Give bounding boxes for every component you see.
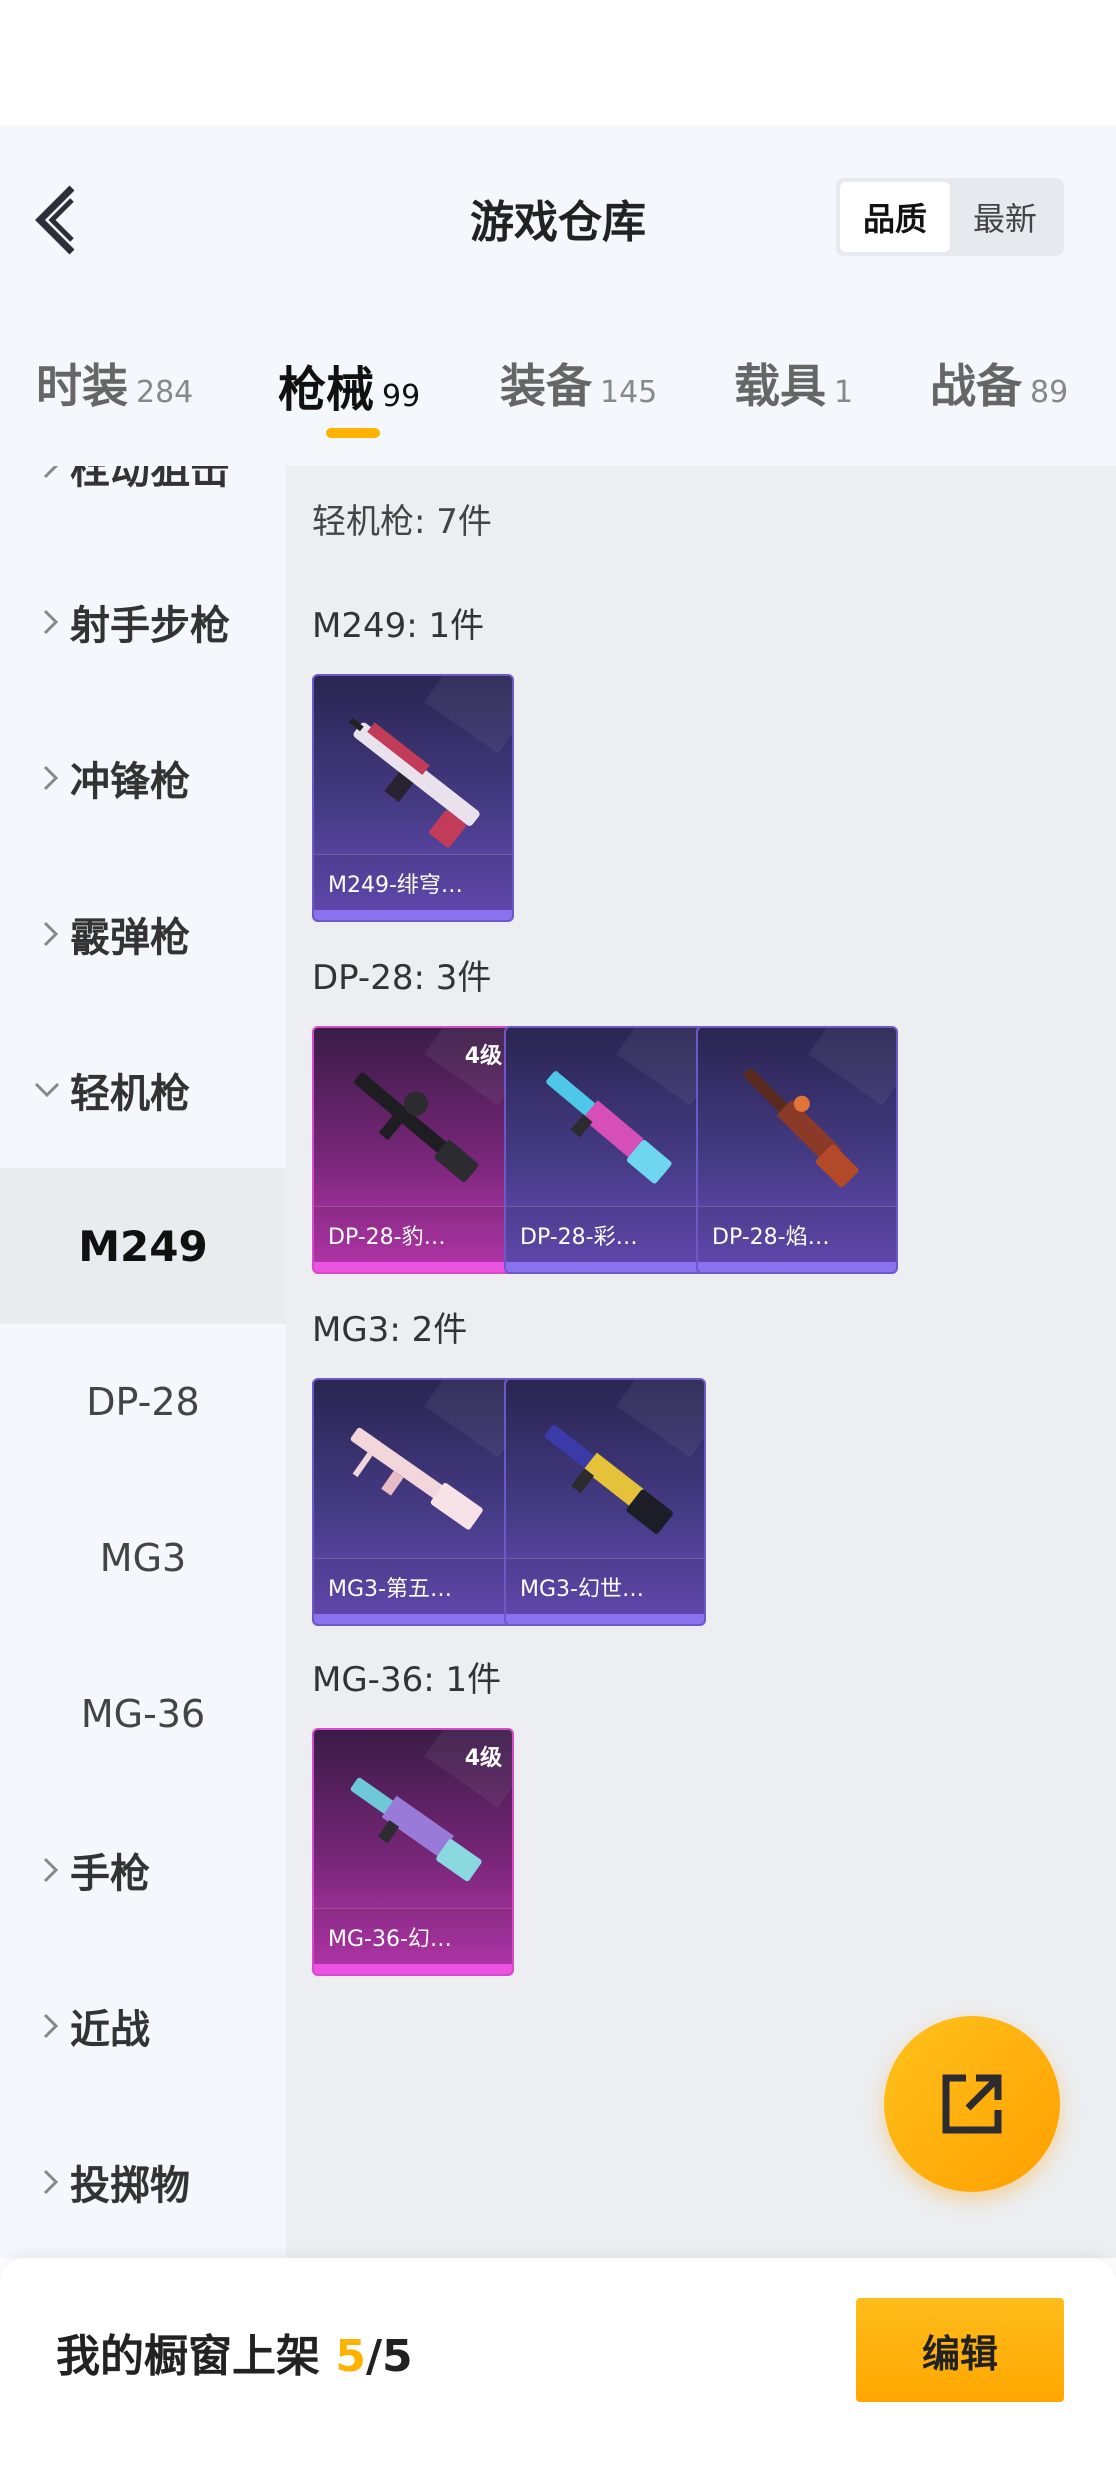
tab-count: 99 [382, 379, 421, 414]
weapon-image [544, 1424, 673, 1534]
sidebar-item-label: 投掷物 [70, 2163, 190, 2209]
item-card[interactable]: MG3-第五… [312, 1378, 514, 1626]
group-title-dp28: DP-28: 3件 [312, 958, 492, 998]
rarity-bar [506, 1262, 704, 1272]
showcase-label: 我的橱窗上架 [56, 2331, 320, 2382]
chevron-right-icon [0, 607, 68, 637]
item-name: DP-28-豹… [314, 1206, 512, 1262]
app-header: 游戏仓库 品质 最新 [0, 126, 1116, 306]
sidebar-item-label: 轻机枪 [70, 1071, 190, 1117]
tab-label: 载具 [734, 359, 826, 413]
sidebar-item-lmg[interactable]: 轻机枪 [0, 1012, 286, 1168]
chevron-right-icon [0, 2011, 68, 2041]
chevron-down-icon [0, 1079, 68, 1101]
rarity-bar [698, 1262, 896, 1272]
tab-fashion[interactable]: 时装 284 [36, 350, 193, 416]
item-name: MG3-第五… [314, 1558, 512, 1614]
sidebar-item-smg[interactable]: 冲锋枪 [0, 700, 286, 856]
weapon-image [348, 717, 480, 848]
share-button[interactable] [884, 2016, 1060, 2192]
item-card[interactable]: MG3-幻世… [504, 1378, 706, 1626]
item-card[interactable]: DP-28-焰… [696, 1026, 898, 1274]
weapon-image [354, 1072, 479, 1182]
rarity-bar [314, 910, 512, 920]
item-card[interactable]: M249-绯穹… [312, 674, 514, 922]
category-summary: 轻机枪: 7件 [312, 502, 492, 542]
sidebar-item-throwable[interactable]: 投掷物 [0, 2104, 286, 2258]
sidebar-subitem-mg36[interactable]: MG-36 [0, 1636, 286, 1792]
edit-button[interactable]: 编辑 [856, 2298, 1064, 2402]
group-title-m249: M249: 1件 [312, 606, 485, 646]
sidebar-item-label: 近战 [70, 2007, 150, 2053]
item-card[interactable]: 4级 DP-28-豹… [312, 1026, 514, 1274]
showcase-footer: 我的橱窗上架 5/5 编辑 [0, 2258, 1116, 2484]
sort-toggle: 品质 最新 [836, 178, 1064, 256]
sidebar-item-bolt-sniper[interactable]: 栓动狙击 [0, 466, 286, 544]
item-name: MG-36-幻… [314, 1908, 512, 1964]
category-tabs: 时装 284 枪械 99 装备 145 载具 1 战备 89 [0, 306, 1116, 466]
item-name: DP-28-彩… [506, 1206, 704, 1262]
rarity-bar [314, 1614, 512, 1624]
weapon-image [350, 1427, 483, 1530]
item-name: M249-绯穹… [314, 854, 512, 910]
sidebar-item-label: 冲锋枪 [70, 759, 190, 805]
chevron-right-icon [0, 466, 68, 481]
tab-count: 284 [136, 375, 194, 410]
weapon-category-sidebar[interactable]: 栓动狙击 射手步枪 冲锋枪 霰弹枪 轻机枪 M249 DP-28 MG3 MG-… [0, 466, 286, 2258]
item-name: DP-28-焰… [698, 1206, 896, 1262]
tab-firearms[interactable]: 枪械 99 [278, 350, 420, 420]
item-card[interactable]: DP-28-彩… [504, 1026, 706, 1274]
sidebar-subitem-m249[interactable]: M249 [0, 1168, 286, 1324]
sidebar-item-label: 霰弹枪 [70, 915, 190, 961]
weapon-image [743, 1068, 859, 1188]
tab-count: 145 [600, 375, 658, 410]
showcase-status: 我的橱窗上架 5/5 [56, 2320, 413, 2384]
weapon-image [546, 1071, 672, 1184]
group-title-mg36: MG-36: 1件 [312, 1660, 502, 1700]
item-card[interactable]: 4级 MG-36-幻… [312, 1728, 514, 1976]
sidebar-item-pistol[interactable]: 手枪 [0, 1792, 286, 1948]
tab-label: 战备 [930, 359, 1022, 413]
chevron-right-icon [0, 2167, 68, 2197]
sidebar-item-label: 栓动狙击 [70, 466, 230, 493]
tab-vehicles[interactable]: 载具 1 [734, 350, 853, 416]
tab-count: 1 [834, 375, 854, 410]
sidebar-item-shotgun[interactable]: 霰弹枪 [0, 856, 286, 1012]
status-bar [0, 0, 1116, 126]
sidebar-item-label: 射手步枪 [70, 603, 230, 649]
item-list[interactable]: 轻机枪: 7件 M249: 1件 M249-绯穹… DP-28: 3件 4级 D… [286, 466, 1116, 2258]
share-external-icon [942, 2074, 1002, 2134]
rarity-bar [506, 1614, 704, 1624]
chevron-right-icon [0, 1855, 68, 1885]
group-title-mg3: MG3: 2件 [312, 1310, 468, 1350]
showcase-current: 5 [335, 2331, 366, 2382]
sort-newest-button[interactable]: 最新 [950, 182, 1060, 252]
tab-label: 枪械 [278, 362, 375, 418]
sidebar-subitem-mg3[interactable]: MG3 [0, 1480, 286, 1636]
item-name: MG3-幻世… [506, 1558, 704, 1614]
weapon-image [350, 1777, 482, 1882]
tab-count: 89 [1030, 375, 1069, 410]
chevron-right-icon [0, 919, 68, 949]
rarity-bar [314, 1964, 512, 1974]
showcase-total: /5 [365, 2331, 413, 2382]
tab-equipment[interactable]: 装备 145 [500, 350, 657, 416]
sidebar-item-label: 手枪 [70, 1851, 150, 1897]
tab-combat-gear[interactable]: 战备 89 [930, 350, 1068, 416]
sidebar-item-marksman[interactable]: 射手步枪 [0, 544, 286, 700]
sidebar-item-melee[interactable]: 近战 [0, 1948, 286, 2104]
tab-label: 时装 [36, 359, 128, 413]
tab-label: 装备 [500, 359, 592, 413]
rarity-bar [314, 1262, 512, 1272]
sidebar-subitem-dp28[interactable]: DP-28 [0, 1324, 286, 1480]
sort-quality-button[interactable]: 品质 [840, 182, 950, 252]
tab-active-indicator [326, 428, 380, 438]
chevron-right-icon [0, 763, 68, 793]
